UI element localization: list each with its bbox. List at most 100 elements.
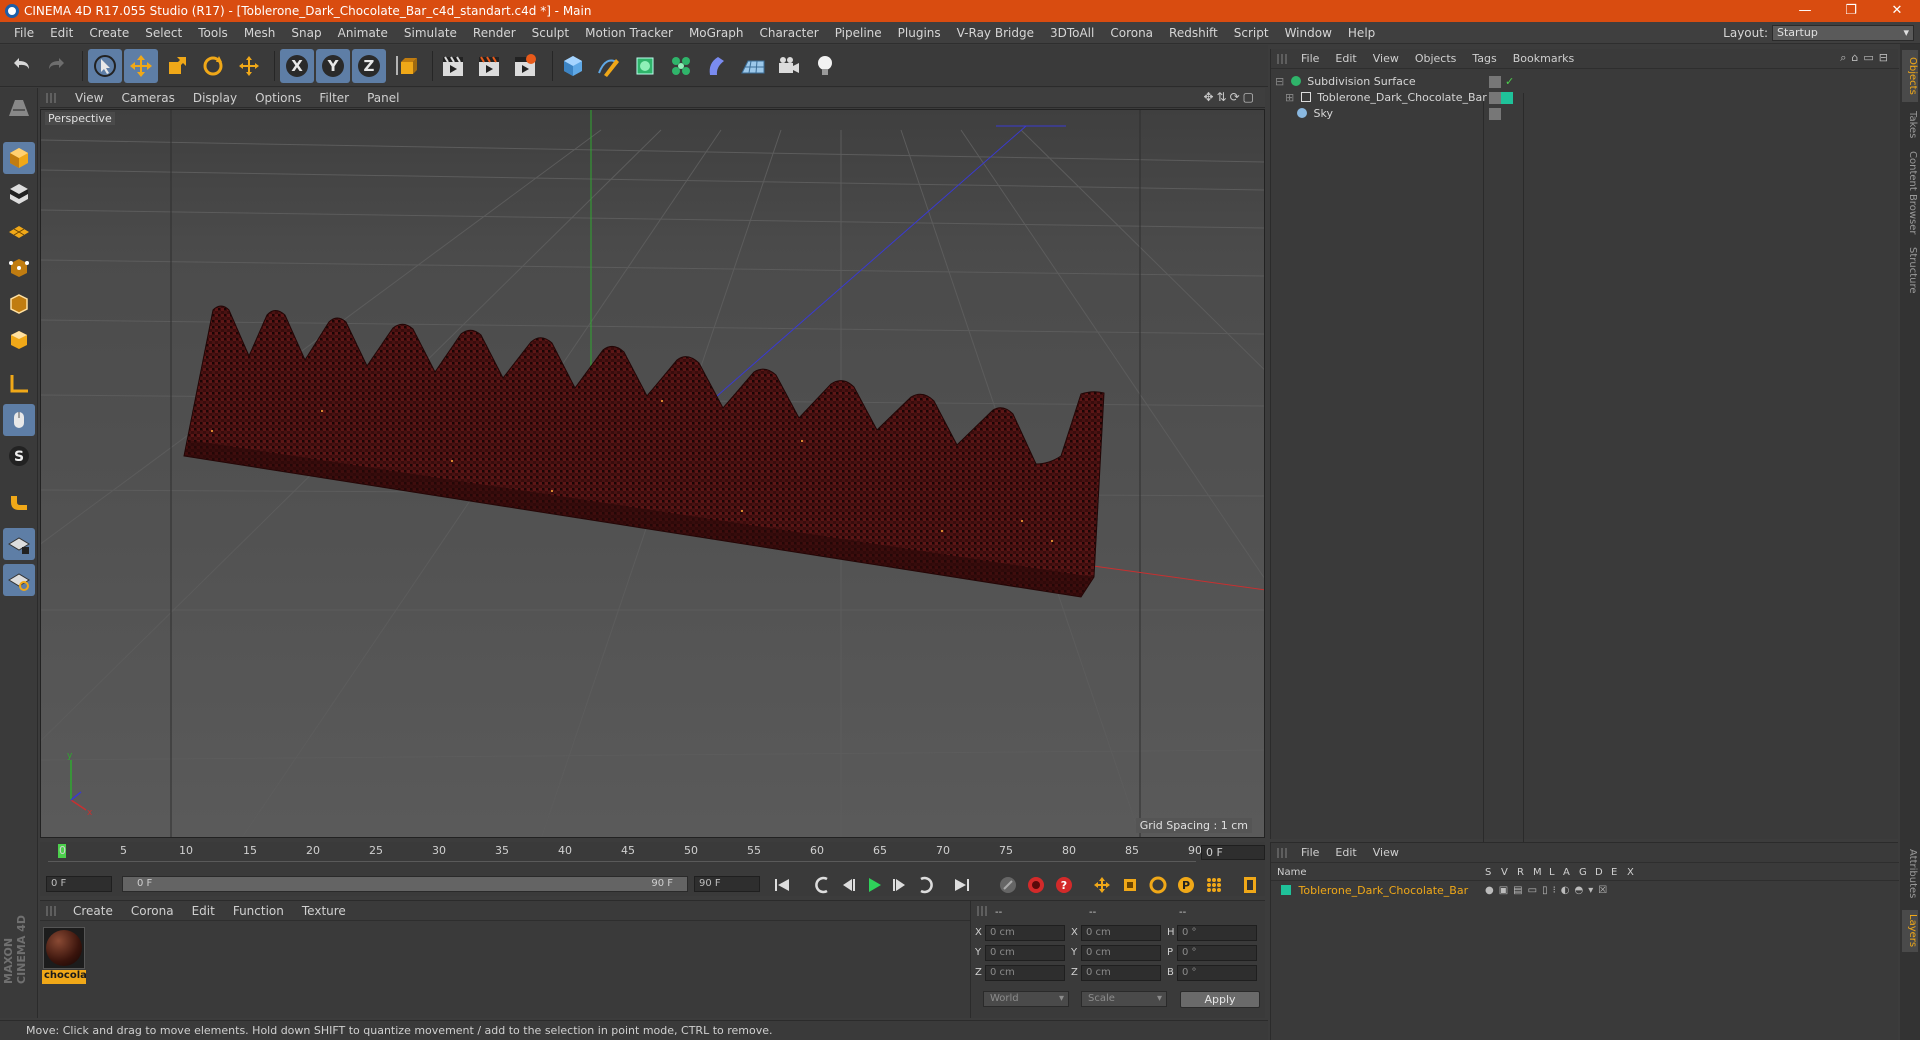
om-search-home-icons[interactable]: ⌕⌂▭⊟ — [1840, 51, 1893, 65]
rotation-b-field[interactable]: 0 ° — [1177, 965, 1257, 981]
texture-mode-button[interactable] — [3, 178, 35, 210]
current-frame-field[interactable]: 0 F — [1201, 845, 1265, 860]
editor-render-toggle-icon[interactable] — [1489, 76, 1501, 88]
viewport-menu-display[interactable]: Display — [184, 91, 246, 105]
undo-button[interactable] — [4, 49, 38, 83]
record-keys-button[interactable] — [996, 874, 1020, 896]
add-subdivision-button[interactable] — [628, 49, 662, 83]
position-x-field[interactable]: 0 cm — [985, 925, 1065, 941]
menu-vray-bridge[interactable]: V-Ray Bridge — [949, 26, 1042, 40]
menu-animate[interactable]: Animate — [330, 26, 396, 40]
menu-motion-tracker[interactable]: Motion Tracker — [577, 26, 681, 40]
editor-render-toggle-icon[interactable] — [1489, 108, 1501, 120]
autokey-button[interactable] — [1024, 874, 1048, 896]
menu-file[interactable]: File — [6, 26, 42, 40]
add-spline-button[interactable] — [592, 49, 626, 83]
play-button[interactable] — [862, 874, 886, 896]
viewport-navigation-icons[interactable]: ✥⇅⟳▢ — [1203, 90, 1257, 104]
add-camera-button[interactable] — [772, 49, 806, 83]
tab-structure[interactable]: Structure — [1902, 242, 1918, 298]
menu-plugins[interactable]: Plugins — [890, 26, 949, 40]
coordinate-system-button[interactable] — [390, 49, 424, 83]
menu-character[interactable]: Character — [751, 26, 826, 40]
edges-mode-button[interactable] — [3, 288, 35, 320]
material-thumbnail[interactable] — [43, 927, 85, 969]
menu-script[interactable]: Script — [1226, 26, 1277, 40]
om-menu-tags[interactable]: Tags — [1464, 52, 1504, 65]
material-menu-function[interactable]: Function — [224, 904, 293, 918]
viewport-menu-options[interactable]: Options — [246, 91, 310, 105]
planar-workplane-button[interactable] — [3, 564, 35, 596]
material-menu-texture[interactable]: Texture — [293, 904, 355, 918]
snap-settings-button[interactable]: S — [3, 440, 35, 472]
key-rotation-button[interactable] — [1146, 874, 1170, 896]
locked-workplane-button[interactable] — [3, 528, 35, 560]
render-view-button[interactable] — [436, 49, 470, 83]
menu-redshift[interactable]: Redshift — [1161, 26, 1226, 40]
close-button[interactable]: ✕ — [1874, 0, 1920, 22]
live-selection-button[interactable] — [88, 49, 122, 83]
size-x-field[interactable]: 0 cm — [1081, 925, 1161, 941]
coordinate-mode-select[interactable]: World ▾ — [983, 991, 1069, 1007]
add-light-button[interactable] — [808, 49, 842, 83]
add-deformer-button[interactable] — [700, 49, 734, 83]
material-menu-create[interactable]: Create — [64, 904, 122, 918]
menu-window[interactable]: Window — [1277, 26, 1340, 40]
om-menu-file[interactable]: File — [1293, 52, 1327, 65]
menu-mesh[interactable]: Mesh — [236, 26, 284, 40]
points-mode-button[interactable] — [3, 252, 35, 284]
tab-objects[interactable]: Objects — [1902, 50, 1918, 102]
menu-corona[interactable]: Corona — [1102, 26, 1161, 40]
menu-sculpt[interactable]: Sculpt — [524, 26, 577, 40]
workplane-mode-button[interactable] — [3, 214, 35, 246]
timeline-window-button[interactable] — [1238, 874, 1262, 896]
x-axis-lock-button[interactable]: X — [280, 49, 314, 83]
size-mode-select[interactable]: Scale ▾ — [1081, 991, 1167, 1007]
y-axis-lock-button[interactable]: Y — [316, 49, 350, 83]
layer-menu-file[interactable]: File — [1293, 846, 1327, 859]
add-cube-button[interactable] — [556, 49, 590, 83]
z-axis-lock-button[interactable]: Z — [352, 49, 386, 83]
polygons-mode-button[interactable] — [3, 324, 35, 356]
om-menu-objects[interactable]: Objects — [1407, 52, 1465, 65]
menu-render[interactable]: Render — [465, 26, 524, 40]
enable-axis-button[interactable] — [3, 368, 35, 400]
move-tool-button[interactable] — [124, 49, 158, 83]
menu-3dtoall[interactable]: 3DToAll — [1042, 26, 1102, 40]
render-picture-viewer-button[interactable] — [472, 49, 506, 83]
viewport-menu-view[interactable]: View — [66, 91, 112, 105]
menu-mograph[interactable]: MoGraph — [681, 26, 752, 40]
menu-simulate[interactable]: Simulate — [396, 26, 465, 40]
key-pla-button[interactable] — [1202, 874, 1226, 896]
model-mode-button[interactable] — [3, 142, 35, 174]
viewport-menu-panel[interactable]: Panel — [358, 91, 408, 105]
tab-layers[interactable]: Layers — [1902, 910, 1918, 952]
tab-attributes[interactable]: Attributes — [1902, 844, 1918, 904]
material-name-label[interactable]: chocola — [42, 970, 86, 984]
next-key-button[interactable] — [914, 874, 938, 896]
prev-frame-button[interactable] — [836, 874, 860, 896]
rotation-p-field[interactable]: 0 ° — [1177, 945, 1257, 961]
layer-name[interactable]: Toblerone_Dark_Chocolate_Bar — [1299, 884, 1469, 897]
end-frame-field[interactable]: 90 F — [694, 876, 760, 892]
position-z-field[interactable]: 0 cm — [985, 965, 1065, 981]
menu-create[interactable]: Create — [81, 26, 137, 40]
menu-pipeline[interactable]: Pipeline — [827, 26, 890, 40]
render-settings-button[interactable] — [508, 49, 542, 83]
layer-toggle-icons[interactable]: ●▣▤▭▯⁝◐◓▾☒ — [1485, 883, 1612, 899]
position-y-field[interactable]: 0 cm — [985, 945, 1065, 961]
object-row-sky[interactable]: Sky — [1285, 105, 1535, 123]
rotation-h-field[interactable]: 0 ° — [1177, 925, 1257, 941]
minimize-button[interactable]: — — [1782, 0, 1828, 22]
material-menu-edit[interactable]: Edit — [183, 904, 224, 918]
3d-viewport[interactable]: y x Perspective Grid Spacing : 1 cm — [40, 109, 1265, 838]
next-frame-button[interactable] — [888, 874, 912, 896]
key-position-button[interactable] — [1090, 874, 1114, 896]
goto-start-button[interactable] — [770, 874, 794, 896]
layer-menu-edit[interactable]: Edit — [1327, 846, 1364, 859]
om-menu-edit[interactable]: Edit — [1327, 52, 1364, 65]
add-floor-button[interactable] — [736, 49, 770, 83]
material-menu-corona[interactable]: Corona — [122, 904, 183, 918]
size-y-field[interactable]: 0 cm — [1081, 945, 1161, 961]
apply-button[interactable]: Apply — [1180, 991, 1260, 1008]
